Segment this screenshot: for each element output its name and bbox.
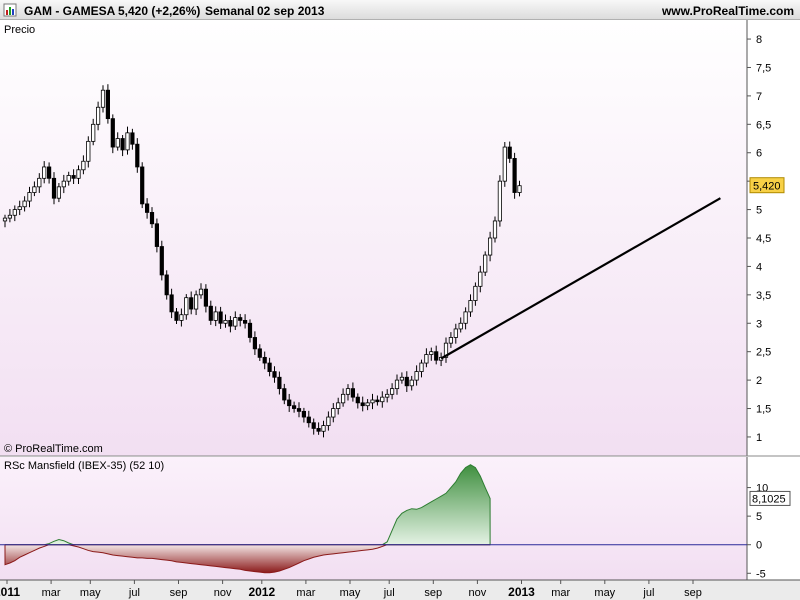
x-tick-label: jul: [128, 587, 140, 599]
price-panel-title: Precio: [4, 24, 35, 36]
price-y-tick-label: 1: [756, 432, 762, 444]
last-price-label: 5,420: [753, 181, 781, 193]
price-y-axis: 11,522,533,544,555,566,577,58: [747, 34, 771, 444]
x-tick-label: mar: [296, 587, 315, 599]
rsc-last-value-tag: 8,1025: [749, 490, 791, 506]
candle: [105, 84, 110, 124]
price-y-tick-label: 4: [756, 261, 762, 273]
price-y-tick-label: 7: [756, 91, 762, 103]
rsc-y-tick-label: -5: [756, 568, 766, 580]
candle: [159, 240, 164, 281]
price-y-tick-label: 4,5: [756, 233, 771, 245]
candle: [502, 142, 507, 187]
price-y-tick-label: 7,5: [756, 62, 771, 74]
x-tick-label: may: [340, 587, 361, 599]
candle: [110, 114, 115, 154]
x-tick-label: nov: [214, 587, 232, 599]
x-tick-label: mar: [551, 587, 570, 599]
candle: [497, 175, 503, 227]
x-tick-label: sep: [170, 587, 188, 599]
chart-canvas: Precio © ProRealTime.com 1 1,5 2 2,5 3 3,5 4 4,…: [0, 20, 800, 600]
price-y-tick-label: 6,5: [756, 119, 771, 131]
watermark: © ProRealTime.com: [4, 443, 103, 455]
candle: [140, 162, 145, 209]
x-tick-label: jul: [383, 587, 395, 599]
x-tick-label: sep: [684, 587, 702, 599]
rsc-last-value-label: 8,1025: [752, 493, 786, 505]
rsc-panel-bg: [0, 457, 747, 580]
price-y-tick-label: 1,5: [756, 404, 771, 416]
x-tick-label: 2013: [508, 585, 535, 599]
price-panel-bg: [0, 20, 747, 456]
price-y-tick-label: 2: [756, 375, 762, 387]
x-tick-label: 2011: [0, 585, 20, 599]
price-y-tick-label: 8: [756, 34, 762, 46]
candle: [512, 152, 517, 199]
price-y-tick-label: 6: [756, 148, 762, 160]
candle: [483, 251, 488, 276]
x-tick-label: sep: [424, 587, 442, 599]
x-tick-label: mar: [42, 587, 61, 599]
last-price-tag: 5,420: [749, 177, 785, 194]
x-tick-label: 2012: [248, 585, 275, 599]
candle: [164, 270, 169, 300]
rsc-y-tick-label: 5: [756, 511, 762, 523]
rsc-y-tick-label: 0: [756, 540, 762, 552]
price-y-tick-label: 2,5: [756, 347, 771, 359]
x-tick-label: nov: [469, 587, 487, 599]
x-tick-label: may: [80, 587, 101, 599]
rsc-panel-title: RSc Mansfield (IBEX-35) (52 10): [4, 460, 164, 472]
x-tick-label: may: [594, 587, 615, 599]
price-y-tick-label: 5: [756, 205, 762, 217]
price-y-tick-label: 3,5: [756, 290, 771, 302]
x-tick-label: jul: [642, 587, 654, 599]
price-y-tick-label: 3: [756, 318, 762, 330]
